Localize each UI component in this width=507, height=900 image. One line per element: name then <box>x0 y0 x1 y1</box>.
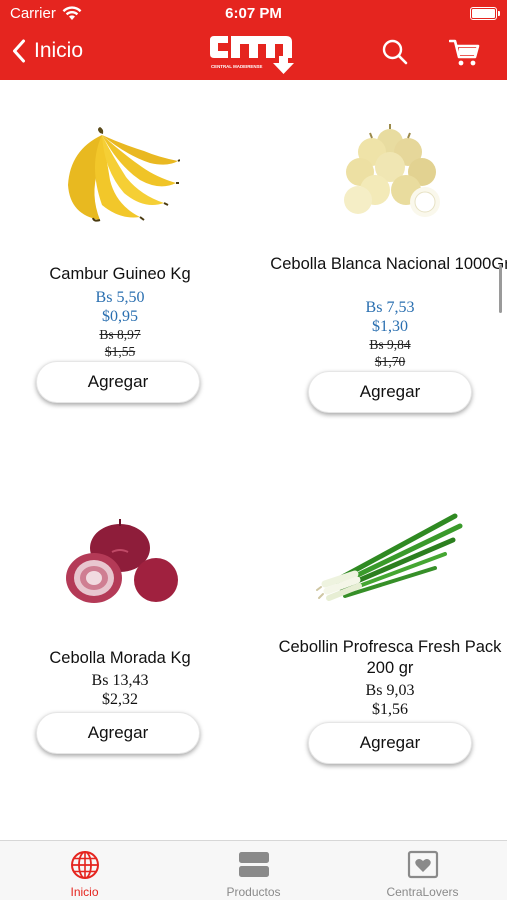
app-header: Carrier 6:07 PM Inicio CENTRAL MADEIRENS… <box>0 0 507 80</box>
tab-bar: Inicio Productos CentraLovers <box>0 840 507 900</box>
tab-label: Inicio <box>70 885 99 899</box>
price-usd: $1,30 <box>372 318 408 335</box>
product-name: Cebolla Morada Kg <box>49 649 191 667</box>
price-usd: $0,95 <box>102 308 138 325</box>
add-to-cart-button[interactable]: Agregar <box>308 722 472 764</box>
banana-image <box>68 127 180 222</box>
product-card[interactable]: Cebolla Blanca Nacional 1000Gr Bs 7,53 $… <box>270 80 507 480</box>
white-onion-image <box>344 124 440 217</box>
back-label: Inicio <box>34 39 84 62</box>
products-icon <box>238 852 269 877</box>
price-bs: Bs 13,43 <box>91 672 149 689</box>
price-usd: $1,56 <box>372 701 408 718</box>
product-card[interactable]: Cebollin Profresca Fresh Pack 200 gr Bs … <box>270 500 507 840</box>
tab-productos[interactable]: Productos <box>169 841 338 900</box>
tab-inicio[interactable]: Inicio <box>0 841 169 900</box>
old-price-bs: Bs 8,97 <box>99 327 141 342</box>
svg-text:CENTRAL MADEIRENSE: CENTRAL MADEIRENSE <box>211 64 262 69</box>
scrollbar[interactable] <box>499 265 502 313</box>
product-name: Cebollin Profresca Fresh Pack 200 gr <box>278 638 502 677</box>
add-to-cart-button[interactable]: Agregar <box>308 371 472 413</box>
product-name: Cambur Guineo Kg <box>49 265 191 283</box>
heart-icon <box>407 850 438 879</box>
price-usd: $2,32 <box>102 691 138 708</box>
add-to-cart-button[interactable]: Agregar <box>36 361 200 403</box>
status-bar: Carrier 6:07 PM <box>0 0 507 28</box>
product-card[interactable]: Cambur Guineo Kg Bs 5,50 $0,95 Bs 8,97 $… <box>0 80 240 480</box>
old-price-bs: Bs 9,84 <box>369 337 411 352</box>
search-icon[interactable] <box>381 38 409 66</box>
add-to-cart-button[interactable]: Agregar <box>36 712 200 754</box>
battery-icon <box>470 7 500 20</box>
globe-icon <box>70 851 99 879</box>
product-card[interactable]: Cebolla Morada Kg Bs 13,43 $2,32 Agregar <box>0 500 240 840</box>
cart-icon[interactable] <box>449 38 481 68</box>
back-button[interactable]: Inicio <box>12 36 83 66</box>
price-bs: Bs 9,03 <box>365 682 415 699</box>
status-time: 6:07 PM <box>225 5 282 22</box>
tab-label: Productos <box>226 885 281 899</box>
green-onion-image <box>316 513 463 601</box>
tab-label: CentraLovers <box>386 885 459 899</box>
red-onion-image <box>66 519 178 603</box>
tab-centralovers[interactable]: CentraLovers <box>338 841 507 900</box>
price-bs: Bs 5,50 <box>95 289 145 306</box>
old-price-usd: $1,55 <box>104 344 136 359</box>
product-grid: Cambur Guineo Kg Bs 5,50 $0,95 Bs 8,97 $… <box>0 80 507 840</box>
price-bs: Bs 7,53 <box>365 299 415 316</box>
old-price-usd: $1,70 <box>374 354 406 369</box>
brand-logo: CENTRAL MADEIRENSE <box>210 36 294 74</box>
chevron-left-icon <box>13 39 25 63</box>
product-name: Cebolla Blanca Nacional 1000Gr <box>270 255 507 273</box>
